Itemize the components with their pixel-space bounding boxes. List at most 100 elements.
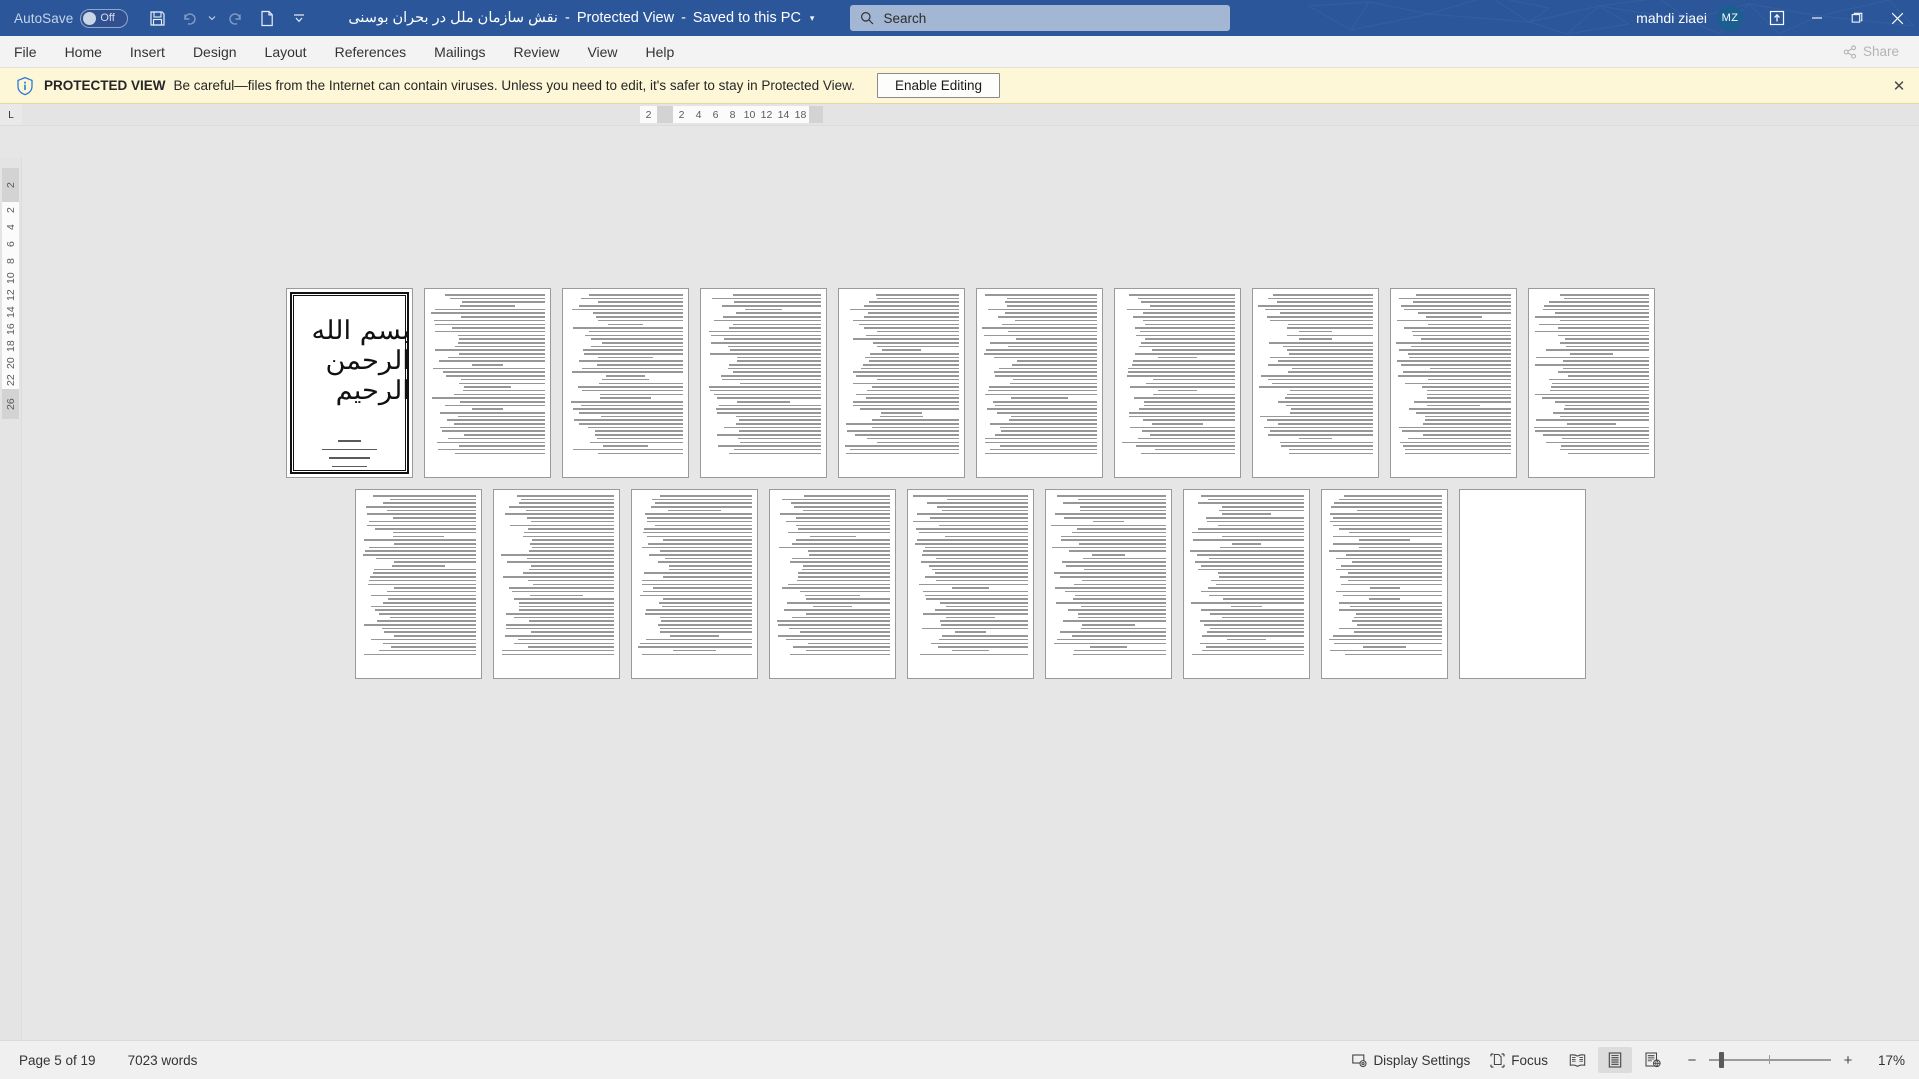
vertical-ruler[interactable]: 2 2 4 6 8 10 12 14 16 18 20 22 26 — [0, 158, 22, 1040]
close-button[interactable] — [1877, 0, 1917, 36]
page-thumbnail-cover[interactable]: بسم الله الرحمن الرحیم — [286, 288, 413, 478]
page-thumbnail[interactable] — [493, 489, 620, 679]
document-canvas[interactable]: 2 2 4 6 8 10 12 14 16 18 20 22 26 بسم الله الرحمن ال… — [0, 158, 1919, 1040]
redo-button[interactable] — [220, 4, 250, 32]
undo-dropdown[interactable] — [206, 4, 218, 32]
text-line — [1560, 341, 1649, 344]
title-dropdown-chevron-icon[interactable]: ▾ — [810, 13, 815, 24]
page-thumbnail[interactable] — [907, 489, 1034, 679]
vruler-margin-top[interactable]: 2 — [2, 168, 19, 202]
tab-help[interactable]: Help — [632, 36, 689, 67]
page-thumbnail[interactable] — [1045, 489, 1172, 679]
ruler-tick-8: 8 — [729, 108, 736, 121]
zoom-out-button[interactable]: − — [1684, 1052, 1700, 1069]
page-thumbnail[interactable] — [1252, 288, 1379, 478]
horizontal-ruler[interactable]: L 18 14 12 10 8 6 4 2 2 — [0, 104, 1919, 126]
page-thumbnail[interactable] — [562, 288, 689, 478]
tab-review[interactable]: Review — [500, 36, 574, 67]
zoom-in-button[interactable]: + — [1840, 1052, 1856, 1069]
enable-editing-button[interactable]: Enable Editing — [876, 73, 1001, 98]
text-line — [877, 378, 959, 381]
text-line — [930, 642, 1028, 645]
cover-line — [337, 440, 362, 442]
vruler-text-area[interactable]: 2 4 6 8 10 12 14 16 18 20 22 — [2, 202, 19, 389]
text-line — [1007, 297, 1097, 300]
autosave-control[interactable]: AutoSave Off — [14, 8, 129, 28]
page-thumbnail[interactable] — [355, 489, 482, 679]
tab-layout[interactable]: Layout — [251, 36, 321, 67]
customize-quick-access-button[interactable] — [284, 4, 314, 32]
ribbon-display-options-button[interactable] — [1757, 0, 1797, 36]
text-line — [711, 334, 821, 337]
tab-insert[interactable]: Insert — [116, 36, 179, 67]
text-line — [932, 568, 1028, 571]
page-thumbnail[interactable] — [1114, 288, 1241, 478]
text-line — [1272, 294, 1373, 296]
text-line — [1122, 441, 1235, 444]
zoom-control[interactable]: − + 17% — [1684, 1052, 1905, 1069]
print-layout-button[interactable] — [1598, 1047, 1632, 1073]
page-thumbnail[interactable] — [1459, 489, 1586, 679]
text-line — [1563, 360, 1649, 362]
tab-mailings[interactable]: Mailings — [420, 36, 499, 67]
text-line — [1276, 301, 1373, 303]
text-line — [527, 528, 614, 530]
page-thumbnail[interactable] — [1390, 288, 1517, 478]
undo-button[interactable] — [174, 4, 204, 32]
search-input[interactable]: Search — [850, 5, 1231, 31]
vruler-margin-bottom[interactable]: 26 — [2, 389, 19, 419]
tab-design[interactable]: Design — [179, 36, 251, 67]
document-title-group[interactable]: نقش سازمان ملل در بحران بوسنی - Protecte… — [348, 10, 814, 26]
page-indicator[interactable]: Page 5 of 19 — [14, 1050, 101, 1071]
ruler-margin-left[interactable] — [657, 106, 673, 123]
zoom-slider-thumb[interactable] — [1719, 1052, 1724, 1068]
maximize-restore-button[interactable] — [1837, 0, 1877, 36]
text-line — [1289, 389, 1373, 392]
text-line — [716, 397, 821, 399]
save-button[interactable] — [142, 4, 172, 32]
text-line — [1329, 513, 1442, 516]
tab-home[interactable]: Home — [51, 36, 116, 67]
tab-references[interactable]: References — [321, 36, 421, 67]
page-thumbnail[interactable] — [1321, 489, 1448, 679]
text-line — [1263, 426, 1373, 429]
text-line — [1144, 323, 1235, 326]
read-mode-button[interactable] — [1560, 1047, 1594, 1073]
text-line — [723, 316, 821, 318]
text-line — [367, 513, 476, 516]
focus-mode-button[interactable]: Focus — [1482, 1049, 1556, 1072]
autosave-toggle[interactable]: Off — [80, 8, 129, 28]
tab-view[interactable]: View — [573, 36, 631, 67]
page-thumbnail[interactable] — [976, 288, 1103, 478]
tab-stop-selector[interactable]: L — [0, 104, 22, 125]
text-line — [871, 426, 959, 429]
text-line — [441, 430, 545, 433]
page-thumbnail[interactable] — [424, 288, 551, 478]
title-bar: AutoSave Off نقش سازمان ملل در بحران بوس… — [0, 0, 1919, 36]
page-thumbnail[interactable] — [838, 288, 965, 478]
new-document-button[interactable] — [252, 4, 282, 32]
ruler-tail[interactable]: 2 — [640, 106, 657, 123]
minimize-button[interactable] — [1797, 0, 1837, 36]
text-line — [1141, 341, 1235, 344]
page-thumbnail[interactable] — [769, 489, 896, 679]
page-thumbnail[interactable] — [1528, 288, 1655, 478]
zoom-level-label[interactable]: 17% — [1865, 1053, 1905, 1068]
page-thumbnail[interactable] — [631, 489, 758, 679]
text-line — [1261, 375, 1373, 377]
zoom-slider[interactable] — [1709, 1052, 1831, 1068]
avatar[interactable]: MZ — [1717, 5, 1743, 31]
page-thumbnail[interactable] — [1183, 489, 1310, 679]
ruler-text-area[interactable]: 18 14 12 10 8 6 4 2 — [673, 106, 809, 123]
text-line — [930, 517, 1028, 519]
close-protected-view-bar-button[interactable]: ✕ — [1889, 76, 1909, 96]
word-count[interactable]: 7023 words — [123, 1050, 203, 1071]
page-thumbnail[interactable] — [700, 288, 827, 478]
web-layout-button[interactable] — [1636, 1047, 1670, 1073]
text-line — [1054, 513, 1166, 516]
ruler-margin-right[interactable] — [809, 106, 823, 123]
display-settings-button[interactable]: Display Settings — [1344, 1049, 1478, 1072]
tab-file[interactable]: File — [0, 36, 51, 67]
text-line — [845, 452, 959, 455]
text-line — [1198, 568, 1304, 571]
